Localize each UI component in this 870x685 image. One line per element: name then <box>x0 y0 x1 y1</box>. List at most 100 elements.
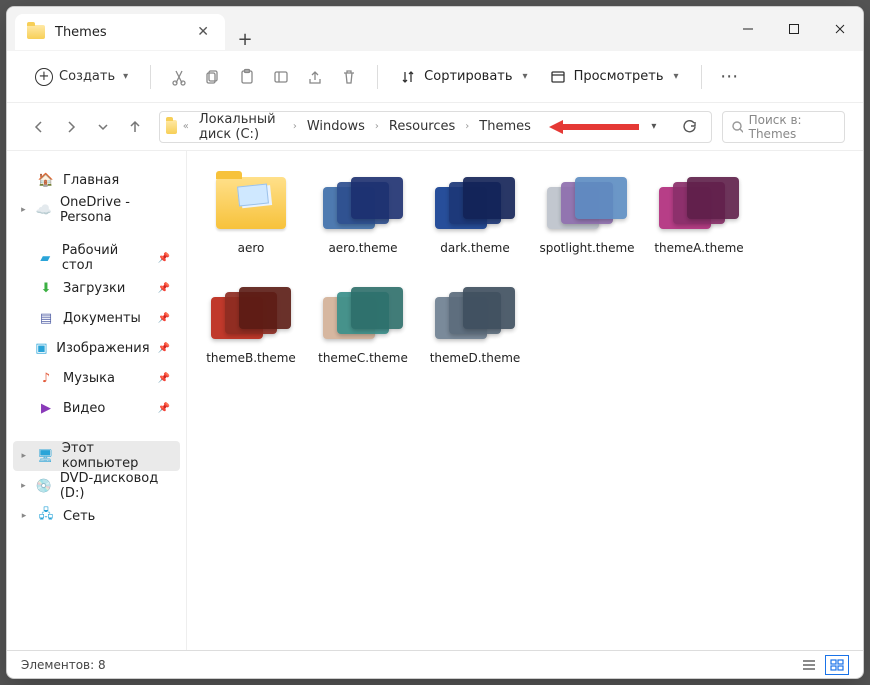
divider <box>150 65 151 89</box>
icons-view-button[interactable] <box>825 655 849 675</box>
file-item[interactable]: themeD.theme <box>425 277 525 369</box>
theme-thumbnail <box>323 171 403 235</box>
status-count: Элементов: 8 <box>21 658 106 672</box>
desktop-icon: ▰ <box>37 251 54 266</box>
sidebar-item-network[interactable]: ▸ 🖧 Сеть <box>13 501 180 531</box>
pin-icon: 📌 <box>158 343 170 354</box>
up-button[interactable] <box>121 113 149 141</box>
body: 🏠 Главная ▸ ☁️ OneDrive - Persona ▰ Рабо… <box>7 151 863 650</box>
address-dropdown-button[interactable]: ▾ <box>639 112 669 142</box>
file-item-label: themeA.theme <box>654 241 743 255</box>
file-item[interactable]: themeB.theme <box>201 277 301 369</box>
address-bar[interactable]: « Локальный диск (C:) › Windows › Resour… <box>159 111 712 143</box>
breadcrumb-segment[interactable]: Themes <box>471 115 539 138</box>
paste-button[interactable] <box>231 61 263 93</box>
network-icon: 🖧 <box>37 505 55 527</box>
plus-icon: + <box>35 68 53 86</box>
back-button[interactable] <box>25 113 53 141</box>
pin-icon: 📌 <box>158 253 170 264</box>
home-icon: 🏠 <box>37 173 55 188</box>
chevron-right-icon: ▸ <box>19 451 29 461</box>
file-item-label: themeC.theme <box>318 351 408 365</box>
breadcrumb-segment[interactable]: Resources <box>381 115 463 138</box>
divider <box>701 65 702 89</box>
content-area[interactable]: aero aero.theme dark.theme spotlight.theme t… <box>187 151 863 650</box>
close-window-button[interactable] <box>817 7 863 50</box>
sort-label: Сортировать <box>424 69 512 84</box>
search-input[interactable]: Поиск в: Themes <box>722 111 845 143</box>
window-controls <box>725 7 863 50</box>
pin-icon: 📌 <box>158 373 170 384</box>
file-item-label: themeB.theme <box>206 351 296 365</box>
minimize-button[interactable] <box>725 7 771 50</box>
details-view-button[interactable] <box>797 655 821 675</box>
file-item[interactable]: themeC.theme <box>313 277 413 369</box>
sidebar-item-videos[interactable]: ▶ Видео 📌 <box>13 393 180 423</box>
view-button[interactable]: Просмотреть ▾ <box>540 63 689 91</box>
sidebar-item-label: DVD-дисковод (D:) <box>60 471 170 501</box>
sidebar-item-label: Музыка <box>63 371 115 386</box>
sidebar-item-this-pc[interactable]: ▸ 🖥 Этот компьютер <box>13 441 180 471</box>
folder-icon <box>166 120 177 134</box>
create-button[interactable]: + Создать ▾ <box>25 62 138 92</box>
sidebar-item-music[interactable]: ♪ Музыка 📌 <box>13 363 180 393</box>
share-button[interactable] <box>299 61 331 93</box>
sidebar-item-documents[interactable]: ▤ Документы 📌 <box>13 303 180 333</box>
file-item-label: spotlight.theme <box>539 241 634 255</box>
refresh-button[interactable] <box>675 112 705 142</box>
file-item[interactable]: spotlight.theme <box>537 167 637 259</box>
chevron-right-icon: ▸ <box>19 511 29 521</box>
theme-thumbnail <box>435 171 515 235</box>
search-icon <box>731 120 743 134</box>
file-item-label: aero.theme <box>328 241 397 255</box>
pc-icon: 🖥 <box>37 449 54 464</box>
recent-locations-button[interactable] <box>89 113 117 141</box>
chevron-right-icon: › <box>291 121 299 132</box>
maximize-button[interactable] <box>771 7 817 50</box>
chevron-right-icon: › <box>463 121 471 132</box>
delete-button[interactable] <box>333 61 365 93</box>
pin-icon: 📌 <box>158 313 170 324</box>
pin-icon: 📌 <box>158 403 170 414</box>
sort-button[interactable]: Сортировать ▾ <box>390 63 537 91</box>
navigation-pane: 🏠 Главная ▸ ☁️ OneDrive - Persona ▰ Рабо… <box>7 151 187 650</box>
picture-icon: ▣ <box>35 341 49 356</box>
sidebar-item-home[interactable]: 🏠 Главная <box>13 165 180 195</box>
breadcrumb-segment[interactable]: Windows <box>299 115 373 138</box>
file-item[interactable]: dark.theme <box>425 167 525 259</box>
file-item[interactable]: aero.theme <box>313 167 413 259</box>
sidebar-item-pictures[interactable]: ▣ Изображения 📌 <box>13 333 180 363</box>
forward-button[interactable] <box>57 113 85 141</box>
rename-button[interactable] <box>265 61 297 93</box>
sidebar-item-dvd[interactable]: ▸ 💿 DVD-дисковод (D:) <box>13 471 180 501</box>
nav-arrows <box>25 113 149 141</box>
sidebar-item-desktop[interactable]: ▰ Рабочий стол 📌 <box>13 243 180 273</box>
sidebar-item-downloads[interactable]: ⬇ Загрузки 📌 <box>13 273 180 303</box>
navigation-row: « Локальный диск (C:) › Windows › Resour… <box>7 103 863 151</box>
theme-thumbnail <box>435 281 515 345</box>
file-explorer-window: Themes ✕ + + Создать ▾ <box>6 6 864 679</box>
chevron-down-icon: ▾ <box>674 71 679 82</box>
theme-thumbnail <box>547 171 627 235</box>
copy-button[interactable] <box>197 61 229 93</box>
tab-themes[interactable]: Themes ✕ <box>15 14 225 50</box>
disc-icon: 💿 <box>36 479 52 494</box>
file-item[interactable]: themeA.theme <box>649 167 749 259</box>
document-icon: ▤ <box>37 311 55 326</box>
sidebar-item-label: OneDrive - Persona <box>60 195 170 225</box>
close-tab-button[interactable]: ✕ <box>193 24 213 40</box>
file-item[interactable]: aero <box>201 167 301 259</box>
toolbar: + Создать ▾ Сортировать ▾ <box>7 51 863 103</box>
sidebar-item-onedrive[interactable]: ▸ ☁️ OneDrive - Persona <box>13 195 180 225</box>
theme-thumbnail <box>211 281 291 345</box>
chevron-down-icon: ▾ <box>123 71 128 82</box>
annotation-arrow <box>549 119 639 135</box>
sidebar-item-label: Изображения <box>56 341 149 356</box>
chevron-down-icon: ▾ <box>523 71 528 82</box>
more-button[interactable]: ⋯ <box>714 66 746 87</box>
video-icon: ▶ <box>37 401 55 416</box>
folder-icon <box>27 25 45 39</box>
breadcrumb-segment[interactable]: Локальный диск (C:) <box>191 108 291 146</box>
new-tab-button[interactable]: + <box>225 29 265 50</box>
cut-button[interactable] <box>163 61 195 93</box>
